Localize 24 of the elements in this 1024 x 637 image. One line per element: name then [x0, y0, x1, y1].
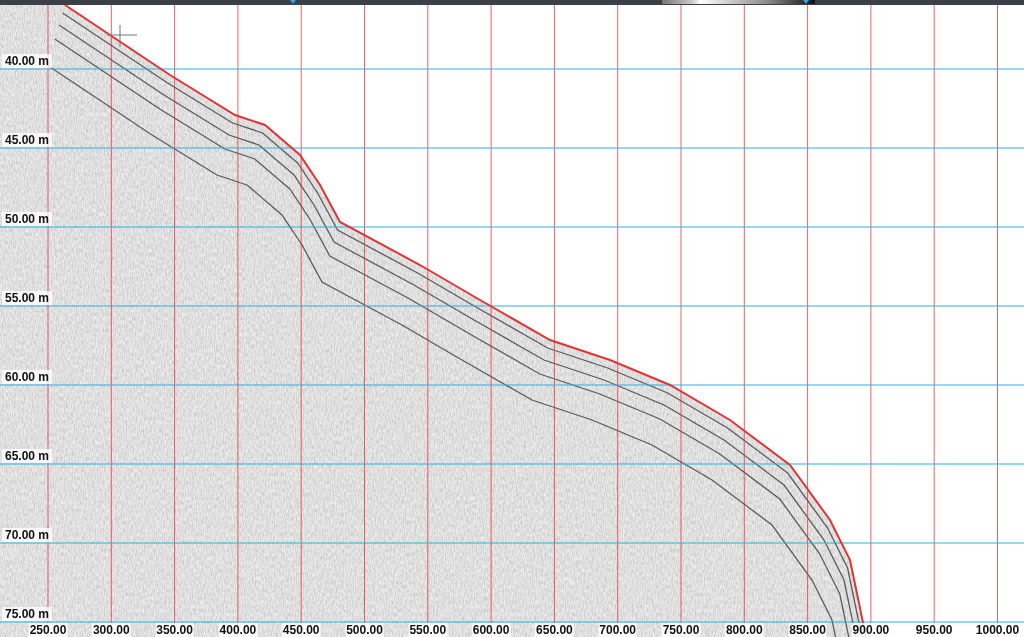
distance-label: 500.00: [345, 623, 384, 637]
distance-label: 650.00: [535, 623, 574, 637]
distance-label: 600.00: [471, 623, 511, 637]
depth-label: 45.00 m: [2, 133, 53, 147]
distance-label: 1000.00: [974, 623, 1021, 637]
distance-label: 550.00: [408, 623, 448, 637]
depth-label: 60.00 m: [2, 370, 53, 384]
depth-label: 75.00 m: [2, 607, 53, 621]
depth-label: 50.00 m: [2, 212, 53, 226]
distance-label: 950.00: [914, 623, 954, 637]
distance-label: 250.00: [28, 623, 68, 637]
distance-label: 400.00: [218, 623, 258, 637]
distance-label: 900.00: [851, 623, 891, 637]
distance-label: 300.00: [91, 623, 131, 637]
distance-label: 800.00: [724, 623, 764, 637]
distance-label: 750.00: [661, 623, 701, 637]
distance-label: 350.00: [155, 623, 194, 637]
depth-label: 65.00 m: [2, 449, 53, 463]
depth-label: 55.00 m: [2, 291, 53, 305]
distance-label: 850.00: [788, 623, 827, 637]
distance-label: 450.00: [281, 623, 321, 637]
distance-label: 700.00: [598, 623, 638, 637]
depth-label: 70.00 m: [2, 528, 53, 542]
depth-label: 40.00 m: [2, 54, 53, 68]
